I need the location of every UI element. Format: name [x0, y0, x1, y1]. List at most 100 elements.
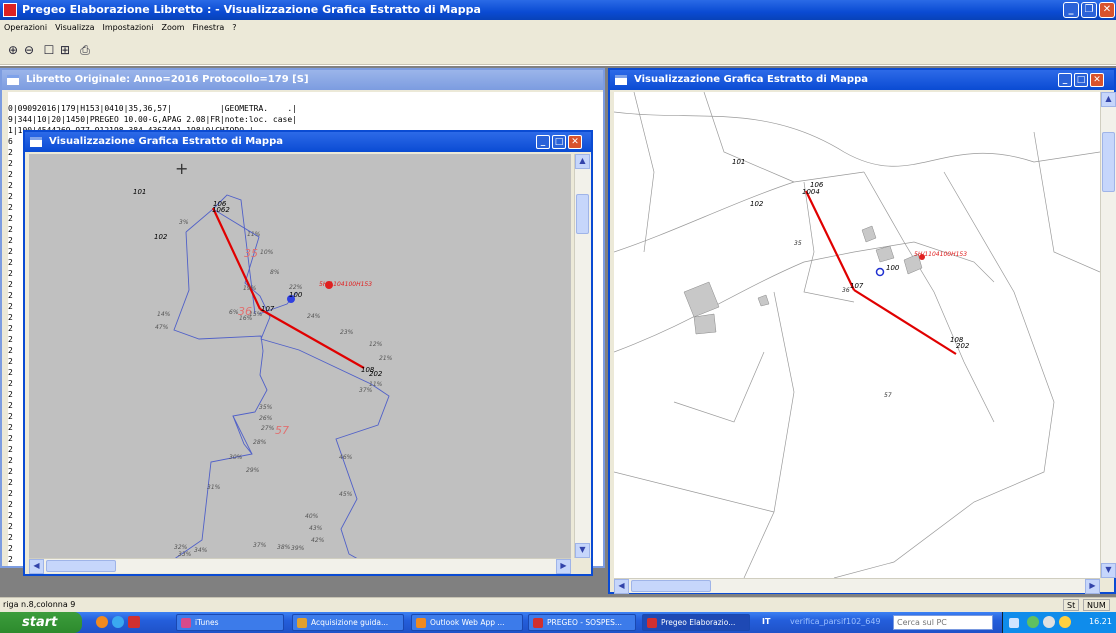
maximize-button[interactable]: ❐	[1081, 2, 1097, 18]
zoom-in-icon[interactable]: ⊕	[6, 43, 20, 57]
language-indicator[interactable]: IT	[762, 617, 770, 626]
map-window-titlebar[interactable]: Visualizzazione Grafica Estratto di Mapp…	[610, 70, 1114, 90]
app-title: Pregeo Elaborazione Libretto : - Visuali…	[22, 3, 481, 16]
map-label: 29%	[246, 467, 260, 474]
map-label: 100	[289, 291, 303, 299]
scroll-right-button[interactable]: ▶	[1085, 579, 1100, 594]
scroll-up-button[interactable]: ▲	[1101, 92, 1116, 107]
zoom-out-icon[interactable]: ⊖	[22, 43, 36, 57]
taskbar-search-text[interactable]: verifica_parsif102_649	[790, 617, 890, 626]
map-label: 46%	[339, 454, 353, 461]
start-button[interactable]: start	[0, 612, 82, 633]
menu-help[interactable]: ?	[228, 20, 240, 35]
zoom-window-icon[interactable]: ☐	[42, 43, 56, 57]
graph-canvas[interactable]: + 101 102 106 1062 107 100 108 202 35 36 57 5H/1104…	[29, 154, 591, 578]
map-label: 26%	[259, 415, 273, 422]
minimize-button[interactable]: _	[1063, 2, 1079, 18]
scroll-left-button[interactable]: ◀	[614, 579, 629, 594]
building	[861, 225, 877, 243]
map-label: 5H/1104100H153	[319, 281, 372, 288]
menu-impostazioni[interactable]: Impostazioni	[99, 20, 158, 35]
map-canvas[interactable]: 101 102 106 1004 107 100 108 202 35 36 57 5H/110410…	[613, 91, 1116, 579]
map-label: 22%	[289, 284, 303, 291]
pregeo-icon	[647, 618, 657, 628]
map-label: 6%	[229, 309, 239, 316]
graph-svg: + 10110210610621071001082023536575H/1104…	[133, 159, 393, 578]
map-label: 15%	[249, 311, 263, 318]
menu-visualizza[interactable]: Visualizza	[51, 20, 98, 35]
map-label: 107	[850, 282, 864, 290]
scroll-left-button[interactable]: ◀	[29, 559, 44, 574]
menu-operazioni[interactable]: Operazioni	[0, 20, 51, 35]
search-input[interactable]	[893, 615, 993, 630]
window-icon	[30, 137, 42, 147]
scroll-down-button[interactable]: ▼	[575, 543, 590, 558]
statusbar: riga n.8,colonna 9 St NUM	[0, 597, 1116, 612]
window-icon	[615, 75, 627, 85]
map-line	[673, 351, 765, 423]
map-label: 21%	[379, 355, 393, 362]
graph-horizontal-scrollbar[interactable]: ◀ ▶	[29, 558, 571, 574]
graph-window-titlebar[interactable]: Visualizzazione Grafica Estratto di Mapp…	[25, 132, 591, 152]
map-label: 102	[750, 200, 764, 208]
graph-maximize-button[interactable]: □	[552, 135, 566, 149]
map-vertical-scrollbar[interactable]: ▲ ▼	[1100, 92, 1116, 578]
map-label: 39%	[291, 545, 305, 552]
volume-icon[interactable]	[1043, 616, 1055, 628]
map-label: 14%	[157, 311, 171, 318]
map-label: 40%	[305, 513, 319, 520]
taskbar-pregeo-sospes[interactable]: PREGEO - SOSPES...	[528, 614, 636, 631]
libretto-line: 0|09092016|179|H153|0410|35,36,57| |GEOM…	[8, 104, 297, 113]
map-label: 11%	[247, 231, 261, 238]
ie-icon[interactable]	[112, 616, 124, 628]
map-label: 42%	[311, 537, 325, 544]
zoom-all-icon[interactable]: ⊞	[58, 43, 72, 57]
map-horizontal-scrollbar[interactable]: ◀ ▶	[614, 578, 1100, 594]
menu-zoom[interactable]: Zoom	[157, 20, 188, 35]
map-maximize-button[interactable]: □	[1074, 73, 1088, 87]
map-label: 101	[732, 158, 745, 166]
map-label: 45%	[339, 491, 353, 498]
map-label: 57	[884, 392, 892, 399]
map-label: 102	[154, 233, 168, 241]
clock: 16.21	[1089, 617, 1112, 626]
network-icon[interactable]	[1059, 616, 1071, 628]
scroll-thumb[interactable]	[46, 560, 116, 572]
scroll-right-button[interactable]: ▶	[556, 559, 571, 574]
graph-minimize-button[interactable]: _	[536, 135, 550, 149]
map-label: 19%	[243, 285, 257, 292]
taskbar-outlook[interactable]: Outlook Web App ...	[411, 614, 523, 631]
scroll-thumb[interactable]	[576, 194, 589, 234]
scroll-down-button[interactable]: ▼	[1101, 563, 1116, 578]
taskbar-itunes[interactable]: iTunes	[176, 614, 284, 631]
map-line	[613, 111, 1101, 167]
map-label: 1004	[802, 188, 820, 196]
taskbar-label: PREGEO - SOSPES...	[547, 618, 622, 627]
scroll-up-button[interactable]: ▲	[575, 154, 590, 169]
menu-finestra[interactable]: Finestra	[189, 20, 229, 35]
map-label: 32%	[174, 544, 188, 551]
map-label: 35	[244, 247, 258, 260]
building	[875, 245, 895, 263]
graph-close-button[interactable]: ✕	[568, 135, 582, 149]
pregeo-quicklaunch-icon[interactable]	[128, 616, 140, 628]
libretto-window-titlebar[interactable]: Libretto Originale: Anno=2016 Protocollo…	[2, 70, 603, 90]
scroll-thumb[interactable]	[1102, 132, 1115, 192]
firefox-icon[interactable]	[96, 616, 108, 628]
map-label: 5H/1104100H153	[914, 251, 967, 258]
graph-vertical-scrollbar[interactable]: ▲ ▼	[574, 154, 591, 558]
print-icon[interactable]: ⎙	[78, 43, 92, 57]
taskbar-pregeo-elaborazione[interactable]: Pregeo Elaborazio...	[642, 614, 750, 631]
taskbar-acquisizione[interactable]: Acquisizione guida...	[292, 614, 404, 631]
map-svg: 10110210610041071001082023536575H/110410…	[613, 91, 1101, 579]
tray-icon[interactable]	[1027, 616, 1039, 628]
map-minimize-button[interactable]: _	[1058, 73, 1072, 87]
map-close-button[interactable]: ✕	[1090, 73, 1104, 87]
search-icon[interactable]	[1009, 618, 1019, 628]
cursor-position: riga n.8,colonna 9	[3, 600, 76, 609]
survey-line	[853, 289, 957, 355]
scroll-thumb[interactable]	[631, 580, 711, 592]
mdi-workspace: Libretto Originale: Anno=2016 Protocollo…	[0, 66, 1116, 597]
close-button[interactable]: ✕	[1099, 2, 1115, 18]
app-titlebar: Pregeo Elaborazione Libretto : - Visuali…	[0, 0, 1116, 20]
